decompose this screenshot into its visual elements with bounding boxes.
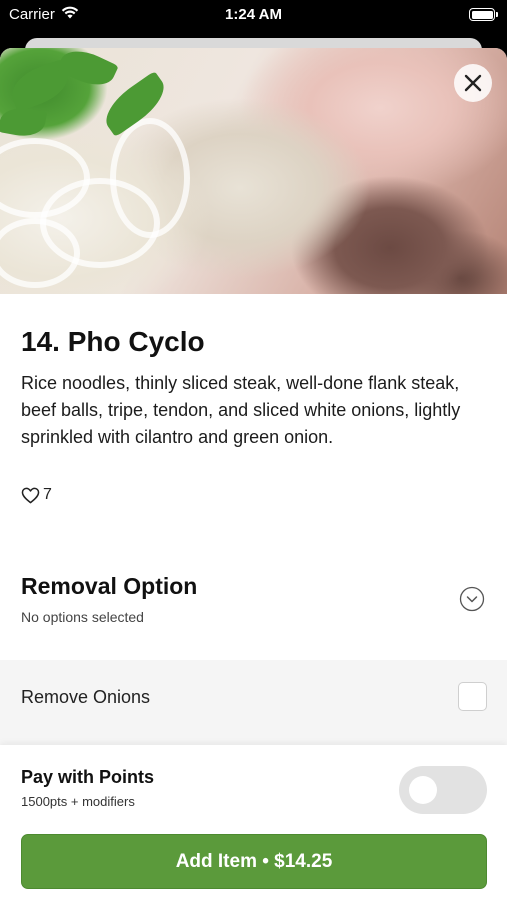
- item-description: Rice noodles, thinly sliced steak, well-…: [21, 373, 461, 447]
- battery-icon: [469, 8, 498, 21]
- close-icon: [464, 74, 482, 92]
- close-button[interactable]: [454, 64, 492, 102]
- pay-with-points-toggle[interactable]: [399, 766, 487, 814]
- status-bar: Carrier 1:24 AM: [0, 0, 507, 30]
- remove-onions-checkbox[interactable]: [458, 682, 487, 711]
- like-count: 7: [43, 486, 52, 503]
- item-detail-sheet: 14. Pho Cyclo Rice noodles, thinly slice…: [0, 48, 507, 900]
- item-title: 14. Pho Cyclo: [21, 326, 205, 357]
- removal-option-toggle[interactable]: [459, 586, 485, 612]
- like-button[interactable]: 7: [21, 486, 52, 504]
- add-item-button[interactable]: Add Item • $14.25: [21, 834, 487, 889]
- option-label: Remove Onions: [21, 687, 151, 707]
- option-row-remove-onions[interactable]: Remove Onions: [0, 660, 507, 745]
- status-time: 1:24 AM: [225, 6, 282, 23]
- heart-icon: [21, 487, 40, 503]
- chevron-down-icon: [459, 586, 485, 612]
- pay-with-points-title: Pay with Points: [21, 767, 155, 787]
- pay-with-points-subtitle: 1500pts + modifiers: [21, 794, 135, 809]
- removal-option-title: Removal Option: [21, 573, 198, 599]
- item-photo: [0, 48, 507, 294]
- toggle-knob: [409, 776, 437, 804]
- removal-option-status: No options selected: [21, 609, 144, 625]
- bottom-action-bar: Pay with Points 1500pts + modifiers Add …: [0, 745, 507, 900]
